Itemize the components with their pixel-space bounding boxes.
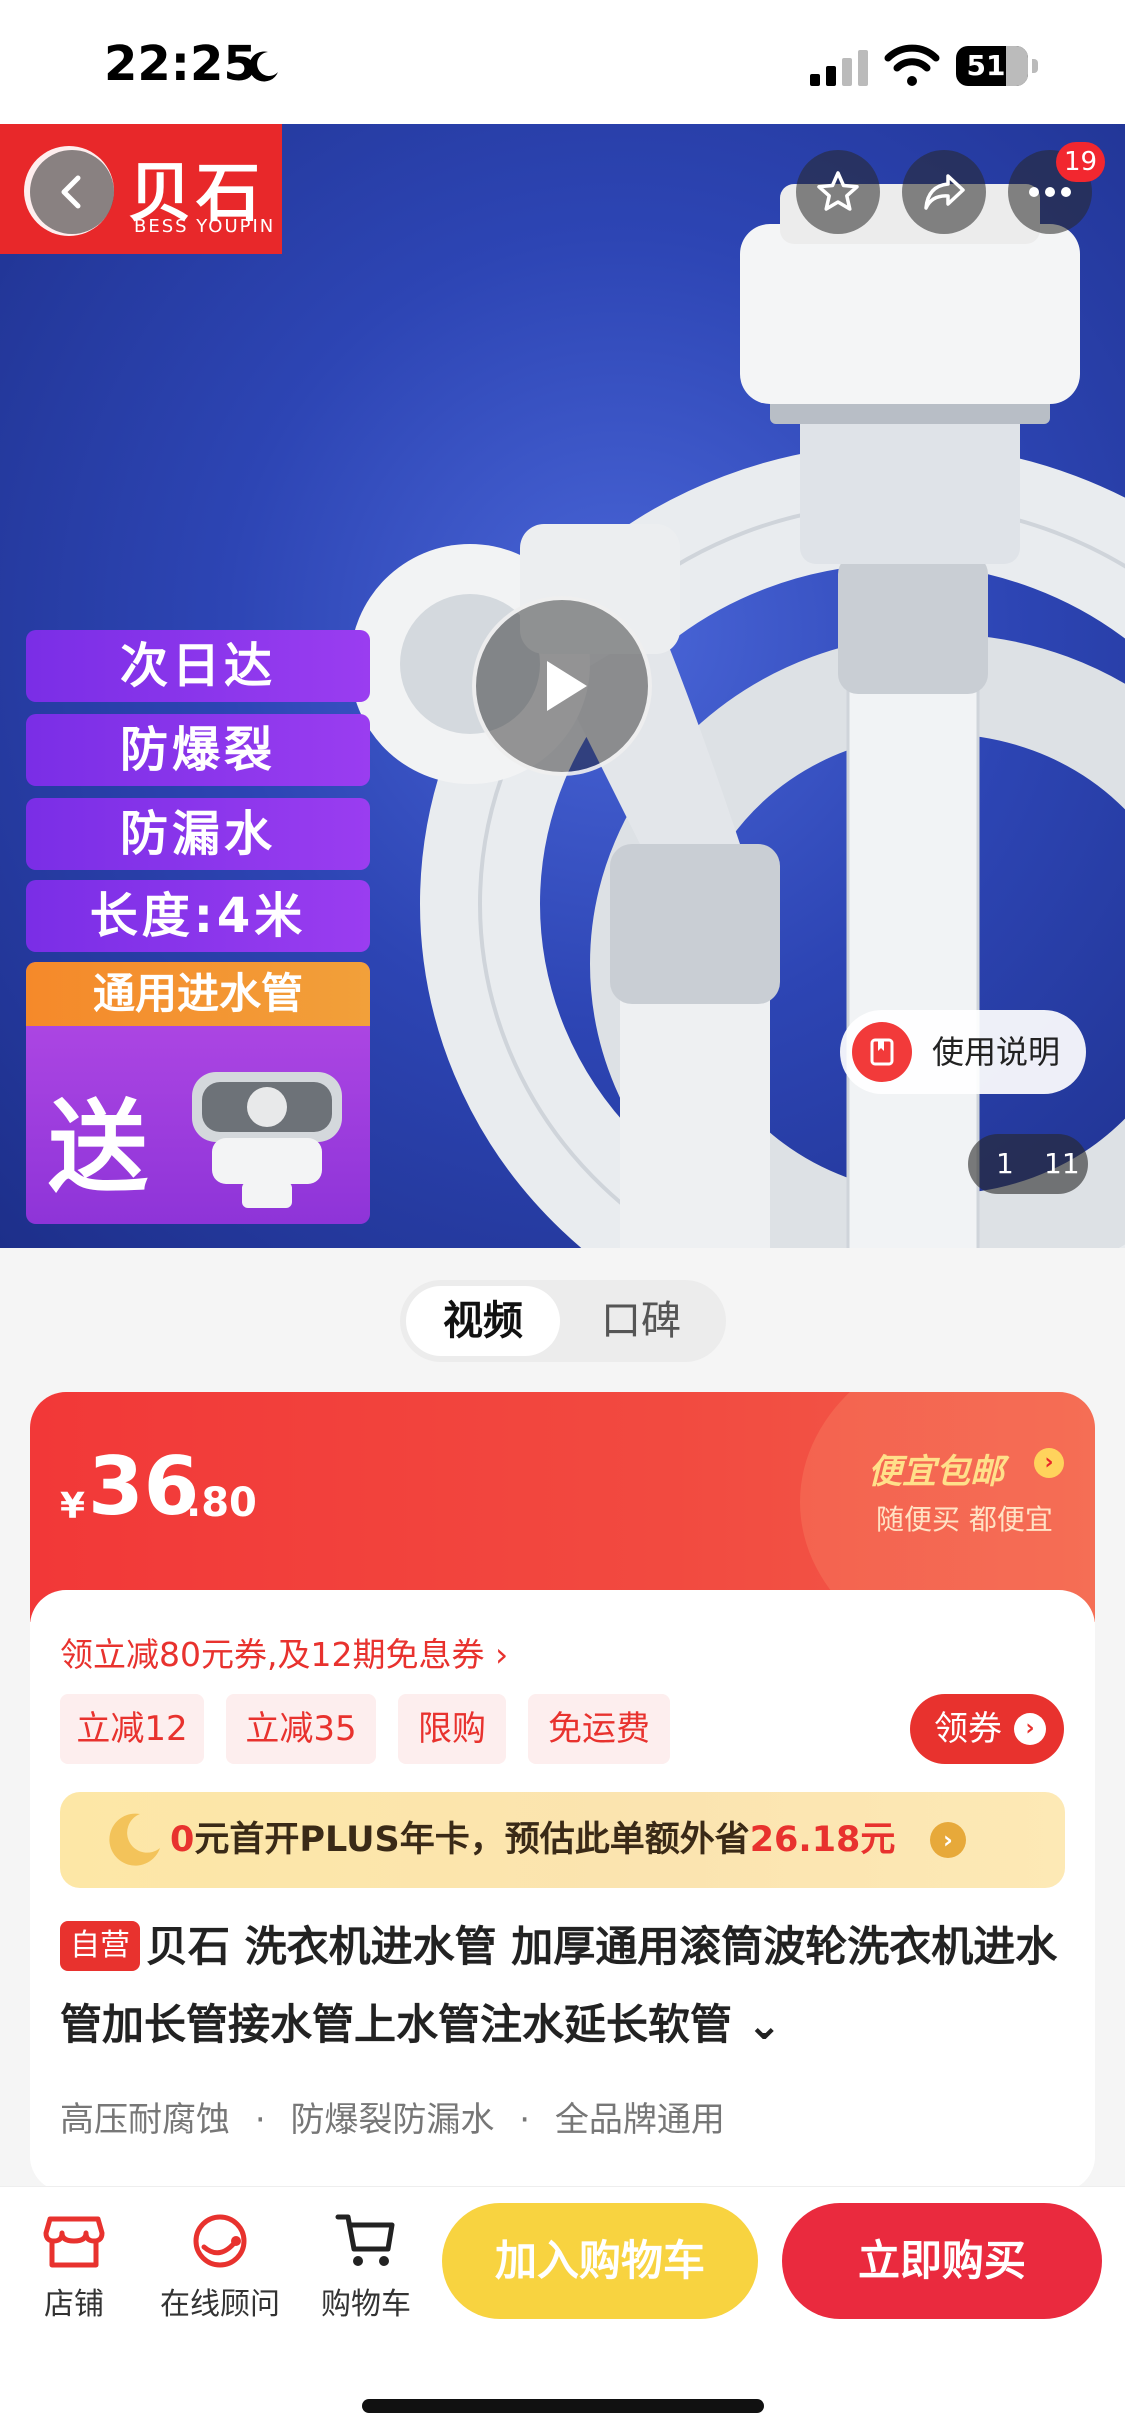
media-tabs: 视频 口碑 [400, 1280, 726, 1362]
play-icon [547, 661, 587, 711]
user-manual-button[interactable]: 使用说明 [840, 1010, 1086, 1094]
plus-membership-banner[interactable]: 0元首开PLUS年卡，预估此单额外省26.18元 › [60, 1792, 1065, 1888]
promo-subtitle: 随便买 都便宜 [876, 1503, 1053, 1536]
online-consultant-button[interactable]: 在线顾问 [150, 2211, 290, 2323]
discount-chip: 立减12 [60, 1694, 204, 1764]
self-operated-badge: 自营 [60, 1921, 140, 1971]
moon-icon [249, 51, 278, 82]
free-shipping-promo[interactable]: 便宜包邮 [868, 1444, 1004, 1493]
tab-reviews[interactable]: 口碑 [564, 1286, 718, 1356]
add-to-cart-button[interactable]: 加入购物车 [442, 2203, 758, 2319]
status-time: 22:25 [104, 36, 257, 92]
star-icon [817, 171, 859, 211]
discount-chip: 立减35 [226, 1694, 376, 1764]
feature-tag-length: 长度:4米 [26, 880, 370, 952]
price-decimal: .80 [186, 1480, 257, 1526]
signal-icon [810, 50, 868, 86]
notification-badge: 19 [1056, 142, 1106, 182]
gift-promo: 通用进水管 送 [26, 962, 370, 1224]
image-page-counter: 1 11 [968, 1134, 1088, 1194]
home-indicator [362, 2399, 764, 2413]
chevron-right-icon: › [1034, 1448, 1064, 1478]
product-title[interactable]: 自营 贝石 洗衣机进水管 加厚通用滚筒波轮洗衣机进水管加长管接水管上水管注水延长软… [60, 1908, 1070, 2064]
chevron-right-icon: › [1014, 1713, 1046, 1745]
cart-button[interactable]: 购物车 [296, 2211, 436, 2323]
share-button[interactable] [902, 150, 986, 234]
claim-coupon-button[interactable]: 领券 › [910, 1694, 1064, 1764]
store-icon [43, 2216, 105, 2268]
product-hero-image[interactable]: 贝石 BESS YOUPIN 19 次日达 防爆裂 防漏水 长度:4米 通用进水… [0, 124, 1125, 1248]
price-band: ¥ 36 .80 便宜包邮 › 随便买 都便宜 [30, 1392, 1095, 1672]
play-video-button[interactable] [472, 596, 652, 776]
moon-decor-icon [109, 1813, 160, 1866]
wifi-icon [884, 44, 940, 86]
price-currency: ¥ [60, 1486, 86, 1527]
more-dots-icon [1029, 187, 1071, 197]
faucet-adapter-image [192, 1072, 342, 1208]
feature-tag-next-day: 次日达 [26, 630, 370, 702]
coupon-offer-link[interactable]: 领立减80元券,及12期免息券 › [60, 1628, 508, 1676]
favorite-button[interactable] [796, 150, 880, 234]
status-bar: 22:25 51 [0, 0, 1125, 124]
battery-level: 51 [966, 49, 1006, 82]
cart-icon [335, 2214, 395, 2266]
price-integer: 36 [88, 1440, 200, 1533]
limit-chip: 限购 [398, 1694, 506, 1764]
free-shipping-chip: 免运费 [528, 1694, 670, 1764]
share-arrow-icon [924, 174, 965, 210]
feature-tag-leak-proof: 防漏水 [26, 798, 370, 870]
tab-video[interactable]: 视频 [406, 1286, 560, 1356]
bottom-action-bar: 店铺 在线顾问 购物车 加入购物车 立即购买 [0, 2186, 1125, 2436]
chevron-right-icon: › [930, 1822, 966, 1858]
product-specs: 高压耐腐蚀 · 防爆裂防漏水 · 全品牌通用 [60, 2100, 725, 2140]
price-card: ¥ 36 .80 便宜包邮 › 随便买 都便宜 领立减80元券,及12期免息券 … [30, 1392, 1095, 2192]
chevron-left-icon [61, 175, 81, 209]
buy-now-button[interactable]: 立即购买 [782, 2203, 1102, 2319]
battery-icon: 51 [956, 46, 1038, 86]
back-button[interactable] [30, 150, 114, 234]
chat-support-icon [193, 2214, 247, 2268]
shop-button[interactable]: 店铺 [4, 2211, 144, 2323]
feature-tag-burst-proof: 防爆裂 [26, 714, 370, 786]
manual-book-icon [852, 1022, 912, 1082]
